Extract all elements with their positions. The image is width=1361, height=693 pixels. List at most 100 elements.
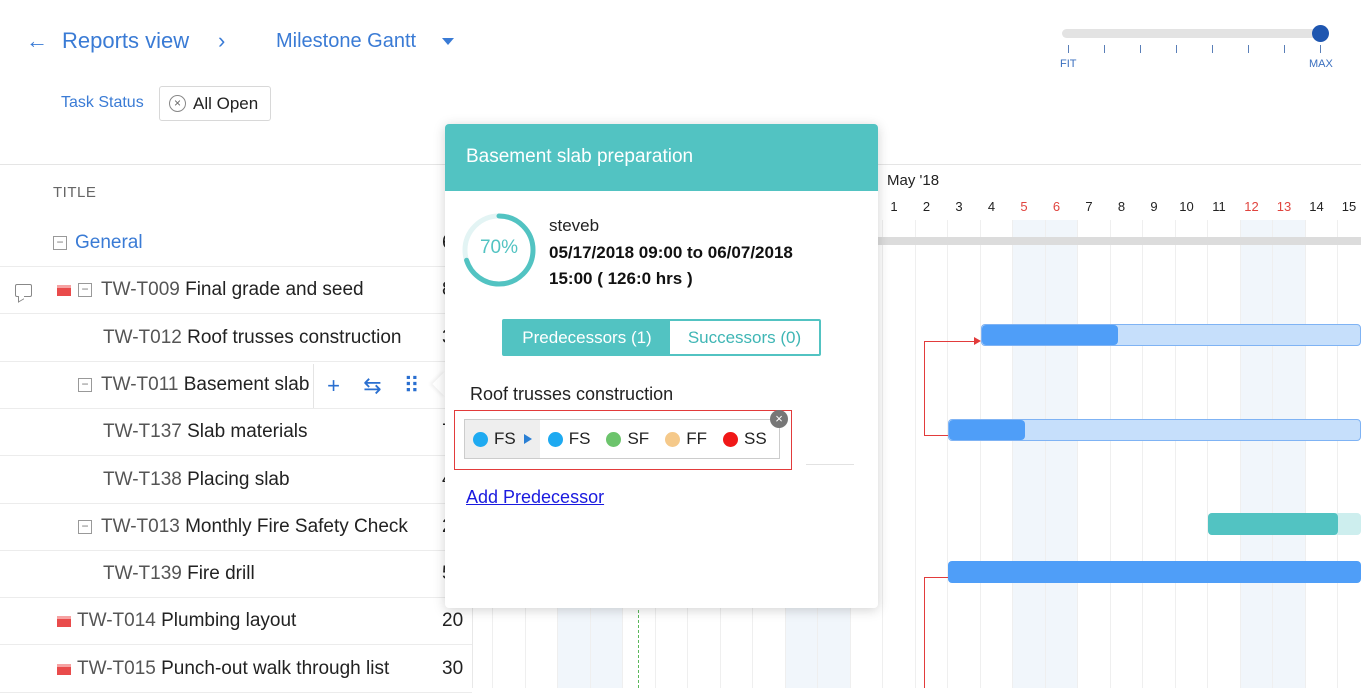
clear-icon[interactable]: × — [169, 95, 186, 112]
table-row[interactable]: TW-T137 Slab materials7 — [0, 409, 472, 457]
view-selector[interactable]: Milestone Gantt — [276, 30, 416, 53]
day-label: 8 — [1117, 199, 1126, 214]
task-bar-fire-check[interactable] — [1208, 513, 1361, 535]
zoom-tick — [1212, 45, 1213, 53]
table-row[interactable]: TW-T015 Punch-out walk through list 30 — [0, 646, 472, 693]
day-label: 11 — [1212, 199, 1226, 214]
table-row[interactable]: TW-T138 Placing slab4 — [0, 457, 472, 504]
filter-chip-all-open[interactable]: × All Open — [159, 86, 271, 121]
table-row[interactable]: −General6 — [0, 220, 472, 267]
task-dates: 05/17/2018 09:00 to 06/07/2018 15:00 ( 1… — [549, 243, 793, 288]
task-name[interactable]: TW-T013 Monthly Fire Safety Check — [101, 516, 408, 538]
collapse-icon[interactable]: − — [78, 283, 92, 298]
dependency-option-fs[interactable]: FS — [540, 420, 599, 458]
summary-bar[interactable] — [878, 237, 1361, 245]
dependency-type-selected[interactable]: FS — [465, 420, 540, 458]
task-name[interactable]: TW-T137 Slab materials — [103, 421, 308, 443]
today-marker — [638, 600, 639, 688]
month-label: May '18 — [887, 172, 940, 189]
zoom-slider-handle[interactable] — [1312, 25, 1329, 42]
day-gridline — [1272, 220, 1273, 688]
day-gridline — [1077, 220, 1078, 688]
dependency-option-ss[interactable]: SS — [715, 420, 775, 458]
close-icon[interactable]: × — [770, 410, 788, 428]
day-gridline — [1207, 220, 1208, 688]
task-id: TW-T011 — [101, 373, 184, 395]
breadcrumb-chevron-icon: › — [218, 28, 226, 53]
task-title: Final grade and seed — [185, 279, 364, 301]
task-id: TW-T014 — [77, 610, 162, 632]
collapse-icon[interactable]: − — [78, 519, 92, 534]
task-id: TW-T012 — [103, 326, 188, 348]
task-owner: steveb — [549, 216, 600, 235]
day-label: 9 — [1150, 199, 1158, 214]
dependency-arrow-icon — [974, 337, 981, 345]
task-title: Monthly Fire Safety Check — [185, 515, 408, 537]
task-id: TW-T139 — [103, 563, 188, 585]
color-dot-icon — [547, 431, 563, 447]
task-name[interactable]: TW-T138 Placing slab — [103, 469, 290, 491]
task-status-filter-label: Task Status — [61, 94, 144, 111]
task-id: TW-T138 — [103, 468, 188, 490]
table-row[interactable]: −TW-T013 Monthly Fire Safety Check2 — [0, 504, 472, 551]
dependency-option-label: SF — [627, 429, 650, 448]
table-row[interactable]: TW-T139 Fire drill5 — [0, 551, 472, 599]
collapse-icon[interactable]: − — [53, 236, 67, 250]
dependency-option-label: FS — [568, 429, 591, 448]
day-gridline — [947, 220, 948, 688]
task-name[interactable]: TW-T012 Roof trusses construction — [103, 327, 401, 349]
day-gridline — [1175, 220, 1176, 688]
milestone-flag-icon — [57, 616, 71, 628]
table-row[interactable]: TW-T014 Plumbing layout 20 — [0, 598, 472, 646]
zoom-tick — [1068, 45, 1069, 53]
task-name[interactable]: TW-T015 Punch-out walk through list — [77, 658, 389, 680]
drag-handle-icon[interactable]: ⠿ — [392, 373, 431, 399]
day-label: 10 — [1179, 199, 1194, 214]
chevron-down-icon[interactable] — [442, 38, 454, 45]
dependency-option-ff[interactable]: FF — [657, 420, 715, 458]
task-bar-slab-materials[interactable] — [948, 419, 1361, 441]
dependency-option-label: SS — [743, 429, 767, 448]
day-label: 5 — [1020, 199, 1028, 214]
task-name[interactable]: TW-T139 Fire drill — [103, 563, 255, 585]
task-duration: 20 — [442, 610, 464, 632]
task-title: Plumbing layout — [161, 610, 297, 632]
add-task-icon[interactable]: + — [314, 373, 353, 399]
task-bar-fire-drill[interactable] — [948, 561, 1361, 583]
milestone-flag-icon — [57, 663, 71, 675]
task-name[interactable]: General — [75, 232, 143, 254]
collapse-icon[interactable]: − — [78, 377, 92, 392]
task-title: Basement slab — [183, 373, 310, 395]
zoom-tick — [1248, 45, 1249, 53]
day-label: 4 — [987, 199, 996, 214]
dependency-type-selector: FS FS SF FF SS — [454, 410, 792, 470]
task-id: TW-T015 — [77, 657, 162, 679]
day-gridline — [980, 220, 981, 688]
task-name[interactable]: TW-T011 Basement slab — [101, 374, 309, 396]
task-title: Fire drill — [187, 563, 255, 585]
dependency-option-label: FF — [686, 429, 707, 448]
breadcrumb-reports-view[interactable]: Reports view — [62, 28, 189, 54]
task-id: TW-T013 — [101, 515, 186, 537]
reschedule-icon[interactable]: ⇆ — [353, 373, 392, 399]
table-row[interactable]: TW-T012 Roof trusses construction3 — [0, 315, 472, 362]
title-column-header: TITLE — [53, 184, 97, 201]
tab-predecessors[interactable]: Predecessors (1) — [504, 321, 670, 354]
progress-label: 70% — [479, 237, 519, 258]
day-label: 3 — [955, 199, 963, 214]
dependency-type-options: FS FS SF FF SS — [464, 419, 780, 459]
back-arrow-icon[interactable]: ← — [26, 28, 48, 54]
task-title: Placing slab — [187, 468, 290, 490]
zoom-tick — [1284, 45, 1285, 53]
table-row[interactable]: −TW-T009 Final grade and seed8 — [0, 267, 472, 315]
task-name[interactable]: TW-T014 Plumbing layout — [77, 610, 296, 632]
zoom-slider-track[interactable] — [1062, 29, 1324, 38]
task-name[interactable]: TW-T009 Final grade and seed — [101, 279, 364, 301]
dependency-option-sf[interactable]: SF — [598, 420, 657, 458]
task-bar-roof-trusses[interactable] — [981, 324, 1361, 346]
add-predecessor-link[interactable]: Add Predecessor — [466, 487, 604, 508]
tab-successors[interactable]: Successors (0) — [670, 321, 819, 354]
filter-chip-label: All Open — [193, 93, 259, 113]
day-gridline — [1110, 220, 1111, 688]
comment-icon[interactable] — [15, 284, 32, 298]
